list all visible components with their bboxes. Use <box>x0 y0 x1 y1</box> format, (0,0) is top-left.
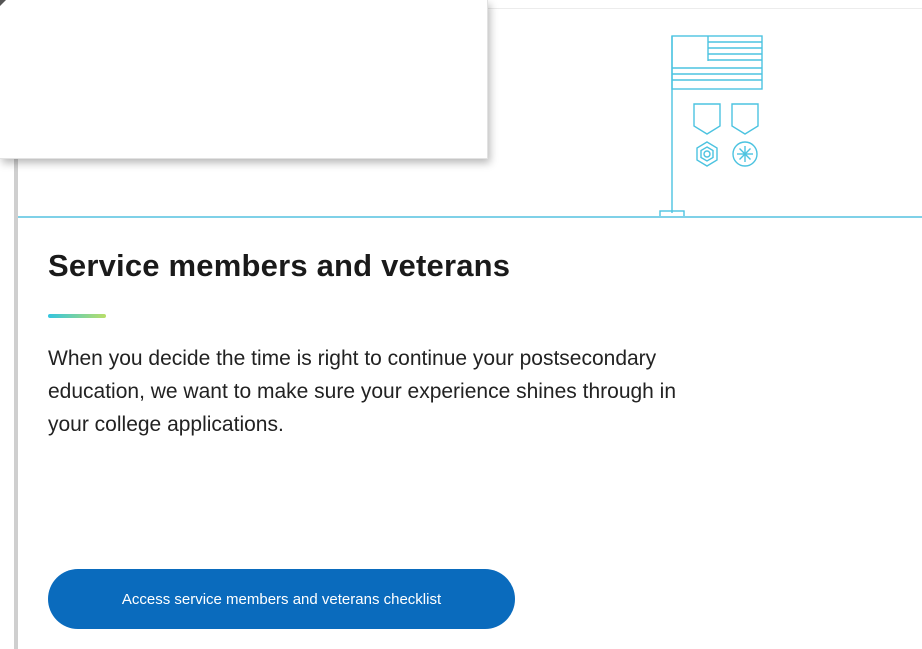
corner-marker <box>0 0 6 6</box>
popover-panel <box>0 0 488 159</box>
title-accent-bar <box>48 314 106 318</box>
access-checklist-button[interactable]: Access service members and veterans chec… <box>48 569 515 629</box>
hero-divider-line <box>18 216 922 218</box>
section-title: Service members and veterans <box>48 248 511 283</box>
section-content: Service members and veterans When you de… <box>48 248 868 441</box>
section-description: When you decide the time is right to con… <box>48 347 677 436</box>
flag-medals-icon <box>659 35 763 218</box>
